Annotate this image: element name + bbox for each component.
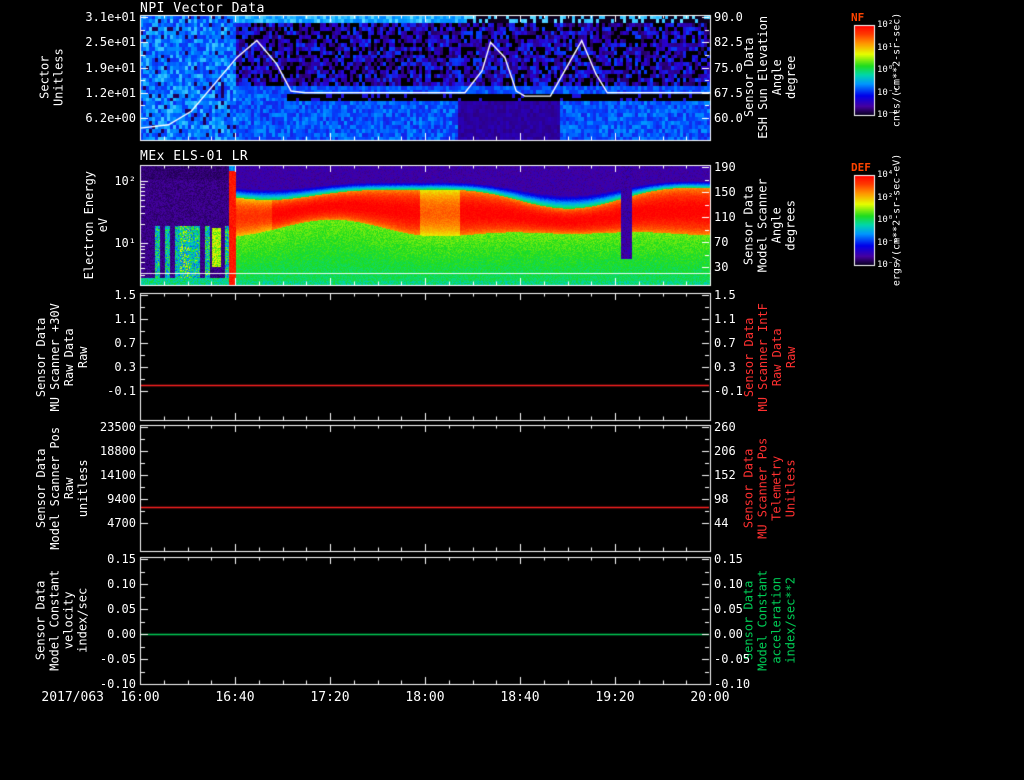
panel4-left-tick-label: 23500 xyxy=(99,420,136,434)
panel1-right-tick-label: 67.5 xyxy=(714,85,743,100)
panel2-right-tick-label: 110 xyxy=(714,210,736,224)
panel3-right-tick-label: 0.7 xyxy=(714,336,736,350)
panel5-left-tick-label: -0.10 xyxy=(99,677,136,691)
panel4-right-tick-label: 44 xyxy=(714,516,729,530)
x-axis-time-label: 16:40 xyxy=(215,690,255,705)
panel4-left-tick-label: 4700 xyxy=(107,516,136,530)
panel5-right-tick-label: -0.10 xyxy=(714,677,751,691)
colorbar-nf-tick-label: 10¹ xyxy=(877,42,894,53)
panel2-right-tick-label: 70 xyxy=(714,235,729,249)
panel4-right-tick-label: 260 xyxy=(714,420,736,434)
panel5-left-tick-label: 0.10 xyxy=(107,577,136,591)
panel1-right-tick-label: 75.0 xyxy=(714,60,743,75)
colorbar-def-tick-label: 10² xyxy=(877,192,894,203)
panel4-left-tick-label: 9400 xyxy=(107,492,136,506)
panel1-right-tick-label: 82.5 xyxy=(714,35,743,50)
panel2-left-tick-label: 10¹ xyxy=(114,236,136,250)
panel5-left-tick-label: 0.15 xyxy=(107,552,136,566)
panel3-left-tick-label: -0.1 xyxy=(107,384,136,398)
panel5-right-tick-label: -0.05 xyxy=(714,652,751,666)
colorbar-def-tick-label: 10⁻⁴ xyxy=(877,260,899,270)
x-axis-time-label: 19:20 xyxy=(595,690,635,705)
colorbar-nf-tick-label: 10² xyxy=(877,20,894,30)
panel2-right-tick-label: 30 xyxy=(714,260,729,274)
x-axis-time-label: 18:40 xyxy=(500,690,540,705)
panel2-right-tick-label: 150 xyxy=(714,185,736,199)
panel1-left-tick-label: 2.5e+01 xyxy=(85,35,136,50)
colorbar-nf-tick-label: 10⁻² xyxy=(877,110,899,120)
panel5-left-tick-label: 0.00 xyxy=(107,627,136,641)
panel4-left-tick-label: 14100 xyxy=(99,468,136,482)
panel1-left-tick-label: 1.2e+01 xyxy=(85,85,136,100)
panel4-left-tick-label: 18800 xyxy=(99,444,136,458)
panel3-right-tick-label: 1.1 xyxy=(714,312,736,326)
panel1-left-tick-label: 1.9e+01 xyxy=(85,60,136,75)
plot-canvas xyxy=(0,0,1024,708)
panel1-left-tick-label: 3.1e+01 xyxy=(85,10,136,24)
x-axis-time-label: 17:20 xyxy=(310,690,350,705)
panel2-left-tick-label: 10² xyxy=(114,174,136,188)
panel3-right-tick-label: -0.1 xyxy=(714,384,743,398)
panel5-right-tick-label: 0.00 xyxy=(714,627,743,641)
panel3-right-tick-label: 0.3 xyxy=(714,360,736,374)
panel5-left-tick-label: 0.05 xyxy=(107,602,136,616)
colorbar-nf-title: NF xyxy=(851,11,865,24)
panel3-left-tick-label: 1.1 xyxy=(114,312,136,326)
panel1-right-tick-label: 60.0 xyxy=(714,111,743,125)
colorbar-def-title: DEF xyxy=(851,161,871,174)
panel5-right-tick-label: 0.10 xyxy=(714,577,743,591)
x-axis-time-label: 18:00 xyxy=(405,690,445,705)
colorbar-nf-tick-label: 10⁰ xyxy=(877,65,894,75)
colorbar-def-tick-label: 10⁻² xyxy=(877,237,899,248)
panel5-left-tick-label: -0.05 xyxy=(99,652,136,666)
panel3-right-tick-label: 1.5 xyxy=(714,288,736,302)
panel2-title: MEx ELS-01 LR xyxy=(140,149,249,164)
panel1-title: NPI Vector Data xyxy=(140,1,265,16)
x-axis-time-label: 20:00 xyxy=(690,690,730,705)
panel5-right-tick-label: 0.05 xyxy=(714,602,743,616)
panel4-right-tick-label: 152 xyxy=(714,468,736,482)
colorbar-def-tick-label: 10⁰ xyxy=(877,215,894,225)
panel5-right-tick-label: 0.15 xyxy=(714,552,743,566)
panel3-left-tick-label: 0.7 xyxy=(114,336,136,350)
panel2-right-tick-label: 190 xyxy=(714,160,736,174)
panel3-left-tick-label: 0.3 xyxy=(114,360,136,374)
colorbar-def-tick-label: 10⁴ xyxy=(877,170,894,180)
plot-page: NPI Vector Data MEx ELS-01 LR Sector Uni… xyxy=(0,0,1024,708)
panel1-right-tick-label: 90.0 xyxy=(714,10,743,24)
panel1-left-tick-label: 6.2e+00 xyxy=(85,111,136,125)
x-axis-date-label: 2017/063 xyxy=(41,690,104,705)
x-axis-time-label: 16:00 xyxy=(120,690,160,705)
panel4-right-tick-label: 206 xyxy=(714,444,736,458)
colorbar-nf-tick-label: 10⁻¹ xyxy=(877,87,899,98)
panel3-left-tick-label: 1.5 xyxy=(114,288,136,302)
panel4-right-tick-label: 98 xyxy=(714,492,729,506)
